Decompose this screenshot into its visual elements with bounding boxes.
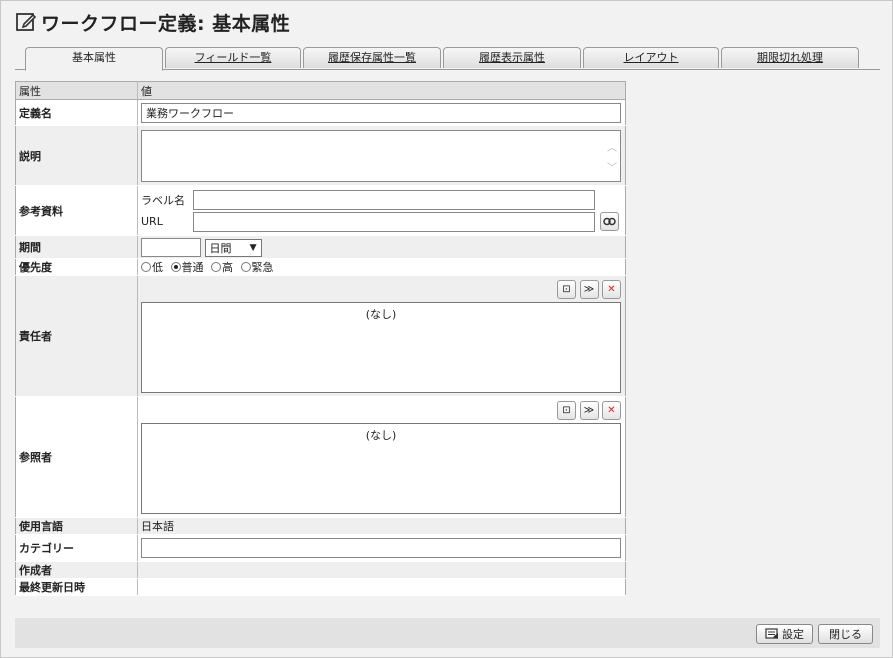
address-book-icon: ⊡ [562,283,571,295]
row-reference-users: 参照者 ⊡ ≫ ✕ (なし) [15,396,626,518]
category-input[interactable] [141,538,621,558]
row-language: 使用言語 日本語 [15,517,626,535]
label-name-caption: ラベル名 [141,193,185,207]
page-title: ワークフロー定義: 基本属性 [41,12,291,35]
settings-button[interactable]: 設定 [756,624,813,644]
page-header: ワークフロー定義: 基本属性 [15,9,290,35]
property-table: 属性 値 定義名 説明 ︿﹀ 参考資料 ラベル名 [15,81,626,596]
settings-icon [765,628,778,639]
label-reference-material: 参考資料 [15,185,138,236]
row-description: 説明 ︿ ﹀ [15,125,626,186]
url-caption: URL [141,215,163,228]
label-language: 使用言語 [15,517,138,535]
creator-value [137,561,626,579]
row-period: 期間 日間 ▼ [15,235,626,259]
tab-expiration-processing[interactable]: 期限切れ処理 [721,47,859,68]
tab-bar: 基本属性 フィールド一覧 履歴保存属性一覧 履歴表示属性 レイアウト 期限切れ処… [15,47,880,71]
last-updated-value [137,578,626,596]
label-last-updated: 最終更新日時 [15,578,138,596]
url-input[interactable] [193,211,595,232]
window-frame: ワークフロー定義: 基本属性 基本属性 フィールド一覧 履歴保存属性一覧 履歴表… [0,0,893,658]
double-chevron-right-icon: ≫ [583,404,595,416]
address-book-button[interactable]: ⊡ [557,400,576,420]
period-unit-select[interactable]: 日間 ▼ [204,238,262,257]
tab-history-display-attributes[interactable]: 履歴表示属性 [443,47,581,68]
row-priority: 優先度 低 普通 高 緊急 [15,258,626,276]
close-button[interactable]: 閉じる [818,624,873,644]
close-icon: ✕ [607,404,616,416]
definition-name-input[interactable] [141,102,621,123]
remove-button[interactable]: ✕ [602,400,621,420]
description-textarea[interactable]: ︿ ﹀ [141,129,621,182]
row-creator: 作成者 [15,561,626,579]
tab-layout[interactable]: レイアウト [583,47,719,68]
row-definition-name: 定義名 [15,99,626,126]
reference-users-empty-text: (なし) [365,428,397,442]
address-book-button[interactable]: ⊡ [557,279,576,299]
header-attribute: 属性 [15,81,138,100]
header-value: 値 [137,81,626,100]
row-responsible: 責任者 ⊡ ≫ ✕ (なし) [15,275,626,397]
settings-label: 設定 [782,628,804,641]
responsible-toolbar: ⊡ ≫ ✕ [141,279,622,302]
priority-label-normal: 普通 [181,261,204,274]
remove-button[interactable]: ✕ [602,279,621,299]
textarea-scroll-arrows[interactable]: ︿ ﹀ [606,139,618,179]
add-button[interactable]: ≫ [579,400,599,420]
priority-radio-urgent[interactable] [240,262,251,272]
priority-label-low: 低 [152,261,163,274]
reference-users-toolbar: ⊡ ≫ ✕ [141,400,622,423]
label-category: カテゴリー [15,534,138,562]
row-reference-material: 参考資料 ラベル名 URL [15,185,626,236]
label-responsible: 責任者 [15,275,138,397]
add-button[interactable]: ≫ [579,279,599,299]
reference-users-listbox[interactable]: (なし) [141,422,621,514]
label-period: 期間 [15,235,138,259]
row-last-updated: 最終更新日時 [15,578,626,596]
chevron-down-icon: ▼ [249,242,257,253]
close-label: 閉じる [829,628,862,641]
close-icon: ✕ [607,283,616,295]
link-button[interactable] [600,212,619,231]
priority-radio-low[interactable] [141,262,151,272]
responsible-listbox[interactable]: (なし) [141,301,621,393]
language-value: 日本語 [137,517,626,535]
double-chevron-right-icon: ≫ [583,283,595,295]
address-book-icon: ⊡ [562,404,571,416]
label-definition-name: 定義名 [15,99,138,126]
tab-history-save-attributes[interactable]: 履歴保存属性一覧 [303,47,441,68]
period-unit-value: 日間 [209,241,232,255]
tab-field-list[interactable]: フィールド一覧 [165,47,301,68]
link-icon [603,217,616,225]
label-creator: 作成者 [15,561,138,579]
label-name-input[interactable] [193,189,595,210]
tab-basic-attributes[interactable]: 基本属性 [25,47,163,71]
label-reference-users: 参照者 [15,396,138,518]
label-description: 説明 [15,125,138,186]
priority-radio-high[interactable] [211,262,221,272]
edit-icon [16,13,37,31]
responsible-empty-text: (なし) [365,307,397,321]
table-header-row: 属性 値 [15,81,626,100]
period-input[interactable] [141,237,201,257]
footer-bar: 設定 閉じる [15,618,880,648]
priority-radio-group: 低 普通 高 緊急 [137,258,626,276]
priority-label-high: 高 [222,261,233,274]
label-priority: 優先度 [15,258,138,276]
row-category: カテゴリー [15,534,626,562]
priority-radio-normal[interactable] [170,262,181,272]
priority-label-urgent: 緊急 [251,261,274,274]
